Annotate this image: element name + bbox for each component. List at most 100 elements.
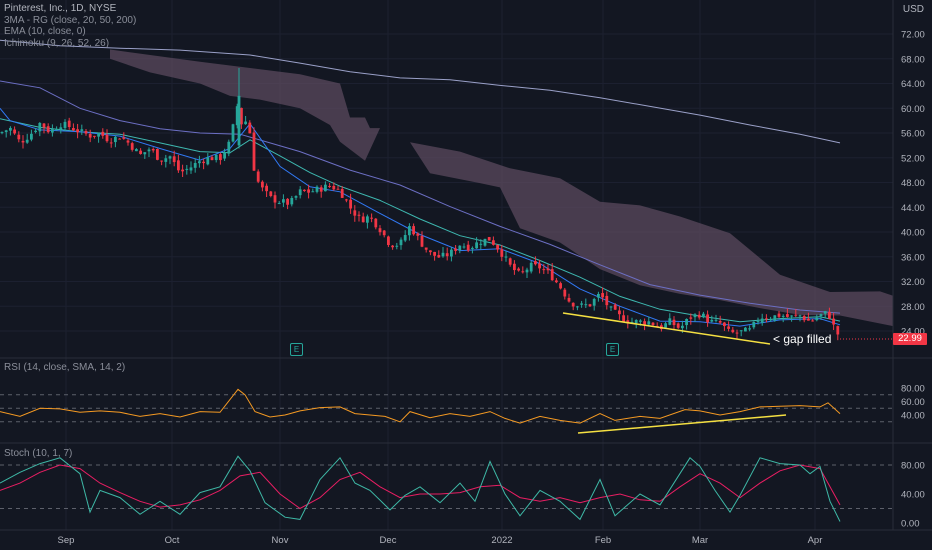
axis-tick-label: Dec	[380, 535, 397, 546]
axis-tick-label: 64.00	[901, 79, 925, 90]
candle-body	[42, 123, 46, 128]
candle-body	[618, 310, 621, 315]
candle-body	[487, 237, 491, 241]
candle-body	[114, 136, 117, 143]
candle-body	[811, 320, 814, 322]
candle-body	[429, 250, 432, 253]
candle-body	[622, 315, 625, 322]
rsi-axis-labels: 40.00 60.00 80.00	[901, 384, 925, 422]
candle-body	[584, 304, 588, 306]
candle-body	[38, 122, 42, 132]
candle-body	[290, 197, 294, 205]
candle-body	[681, 325, 684, 329]
axis-tick-label: 80.00	[901, 461, 925, 472]
candle-body	[63, 121, 67, 128]
candle-body	[231, 124, 235, 142]
candle-body	[349, 199, 352, 209]
candle-body	[223, 152, 226, 159]
candle-body	[492, 240, 495, 245]
candlestick-series	[0, 68, 840, 341]
candle-body	[828, 311, 831, 319]
candle-body	[647, 321, 651, 325]
candle-body	[340, 188, 344, 198]
candle-body	[273, 195, 277, 203]
candle-body	[559, 283, 562, 289]
candle-body	[34, 130, 37, 133]
candle-body	[21, 140, 25, 143]
price-chart[interactable]: 24.0028.0032.0036.0040.0044.0048.0052.00…	[0, 0, 932, 550]
stoch-label[interactable]: Stoch (10, 1, 7)	[4, 448, 72, 459]
candle-body	[361, 216, 365, 223]
axis-tick-label: 60.00	[901, 104, 925, 115]
candle-body	[156, 149, 159, 160]
candle-body	[122, 137, 126, 139]
earnings-marker[interactable]: E	[290, 343, 303, 356]
axis-tick-label: Oct	[165, 535, 180, 546]
candle-body	[697, 314, 701, 318]
axis-tick-label: 60.00	[901, 397, 925, 408]
axis-tick-label: Apr	[808, 535, 823, 546]
candle-body	[781, 315, 785, 317]
earnings-marker[interactable]: E	[606, 343, 619, 356]
candle-body	[723, 322, 726, 327]
candle-body	[105, 134, 109, 142]
candle-body	[496, 244, 499, 250]
candle-body	[189, 167, 193, 171]
candle-body	[4, 130, 8, 133]
candle-body	[9, 127, 12, 131]
ichimoku-indicator-label[interactable]: Ichimoku (9, 26, 52, 26)	[4, 38, 136, 50]
stoch-k-line	[0, 455, 841, 522]
candle-body	[378, 228, 382, 233]
candle-body	[88, 133, 92, 138]
candle-body	[294, 196, 298, 198]
candle-body	[752, 321, 756, 328]
symbol-title[interactable]: Pinterest, Inc., 1D, NYSE	[4, 3, 136, 15]
candle-body	[80, 129, 84, 131]
candle-body	[332, 185, 336, 190]
candle-body	[588, 304, 592, 307]
candle-body	[265, 185, 268, 192]
axis-tick-label: 56.00	[901, 129, 925, 140]
currency-label[interactable]: USD	[903, 4, 924, 15]
candle-body	[97, 133, 100, 137]
candle-body	[832, 318, 835, 325]
axis-tick-label: 40.00	[901, 490, 925, 501]
candle-body	[59, 127, 63, 130]
candle-body	[403, 234, 407, 241]
axis-tick-label: Sep	[58, 535, 75, 546]
candle-body	[441, 252, 445, 257]
candle-body	[248, 122, 252, 134]
candle-body	[135, 149, 138, 152]
candle-body	[324, 184, 327, 192]
candle-body	[382, 230, 386, 236]
candle-body	[517, 268, 520, 271]
candle-body	[433, 251, 436, 256]
candle-body	[202, 161, 205, 164]
stoch-axis-labels: 0.00 40.00 80.00	[901, 461, 925, 530]
candle-body	[185, 168, 189, 170]
time-axis-labels: Sep Oct Nov Dec 2022 Feb Mar Apr	[58, 535, 823, 546]
candle-body	[718, 320, 722, 323]
ema-indicator-label[interactable]: EMA (10, close, 0)	[4, 26, 136, 38]
candle-body	[819, 314, 823, 317]
candle-body	[651, 322, 655, 326]
candle-body	[668, 318, 672, 325]
axis-tick-label: 2022	[491, 535, 512, 546]
candle-body	[769, 319, 772, 321]
candle-body	[706, 314, 709, 323]
sma-indicator-label[interactable]: 3MA - RG (close, 20, 50, 200)	[4, 15, 136, 27]
candle-body	[214, 154, 218, 161]
candle-body	[508, 258, 512, 265]
rsi-label[interactable]: RSI (14, close, SMA, 14, 2)	[4, 362, 125, 373]
axis-tick-label: 80.00	[901, 384, 925, 395]
candle-body	[319, 187, 323, 192]
candle-body	[172, 156, 176, 163]
candle-body	[25, 139, 29, 143]
candle-body	[46, 126, 50, 133]
candle-body	[72, 127, 75, 131]
candle-body	[76, 129, 79, 133]
candle-body	[311, 191, 315, 193]
candle-body	[571, 302, 575, 307]
candle-body	[303, 189, 306, 191]
candle-body	[193, 162, 197, 168]
